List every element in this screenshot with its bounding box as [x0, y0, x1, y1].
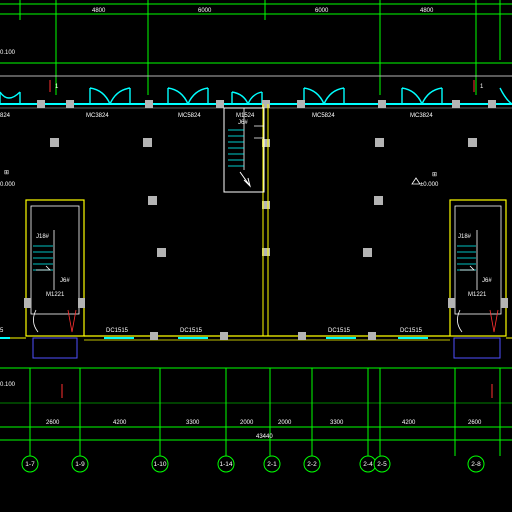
door-swings-north [0, 87, 512, 105]
axis-label-7: 2-4 [363, 461, 373, 468]
section-mark-left: 1 [55, 84, 59, 90]
cad-floor-plan: 4800 6000 6000 4800 0.100 1 1 824 MC3824… [0, 0, 512, 473]
total-dimension: 43440 [256, 434, 273, 440]
axis-labels: 1-7 1-9 1-10 1-14 2-1 2-2 2-4 2-5 2-8 [25, 461, 481, 468]
door-label-3-sub: J6# [238, 120, 248, 126]
axis-label-3: 1-10 [153, 461, 166, 468]
window-label-4: DC1515 [400, 328, 423, 334]
inner-door-label-right: M1221 [468, 292, 487, 298]
bottom-dim-1: 2600 [46, 420, 60, 426]
top-dim-4: 4800 [420, 8, 434, 14]
top-dimension-strip [0, 0, 512, 95]
door-label-4: MC5824 [312, 113, 335, 119]
bottom-marks: 0.100 [0, 382, 493, 398]
door-labels-north: 824 MC3824 MC5824 M1524 J6# MC5824 MC382… [0, 113, 433, 126]
axis-label-9: 2-8 [471, 461, 481, 468]
door-label-5: MC3824 [410, 113, 433, 119]
edge-label: 824 [0, 113, 11, 119]
elevation-top-left: 0.100 [0, 50, 16, 56]
stair-label-left: J18# [36, 234, 50, 240]
bottom-dimension-strip [0, 367, 512, 456]
axis-label-4: 1-14 [219, 461, 232, 468]
right-stair-labels: J18# J6# M1221 [458, 234, 492, 298]
floor-elevation-left: 0.000 [0, 182, 16, 188]
door-label-2: MC5824 [178, 113, 201, 119]
axis-label-1: 1-7 [25, 461, 35, 468]
window-label-2: DC1515 [180, 328, 203, 334]
left-stair-core [24, 199, 85, 359]
door-label-3: M1524 [236, 113, 255, 119]
room-label-right: ⊞ [432, 172, 437, 178]
bottom-dim-6: 3300 [330, 420, 344, 426]
stair-sub-label-left: J6# [60, 278, 70, 284]
floor-elevations: ⊞ 0.000 ⊞ ±0.000 [0, 170, 439, 188]
section-mark-right: 1 [480, 84, 484, 90]
bottom-dim-7: 4200 [402, 420, 416, 426]
elevation-bottom-left: 0.100 [0, 382, 16, 388]
central-stair [223, 104, 269, 336]
room-label-left: ⊞ [4, 170, 9, 176]
inner-door-label-left: M1221 [46, 292, 65, 298]
axis-bubbles [21, 455, 485, 473]
top-dimension-labels: 4800 6000 6000 4800 0.100 [0, 8, 434, 56]
bottom-dim-2: 4200 [113, 420, 127, 426]
top-dim-3: 6000 [315, 8, 329, 14]
bottom-dimension-labels: 2600 4200 3300 2000 2000 3300 4200 2600 … [46, 420, 482, 440]
top-dim-2: 6000 [198, 8, 212, 14]
bottom-dim-3: 3300 [186, 420, 200, 426]
right-stair-core [448, 199, 508, 359]
bottom-dim-5: 2000 [278, 420, 292, 426]
axis-label-5: 2-1 [267, 461, 277, 468]
top-dim-1: 4800 [92, 8, 106, 14]
axis-label-6: 2-2 [307, 461, 317, 468]
stair-sub-label-right: J6# [482, 278, 492, 284]
axis-label-8: 2-5 [377, 461, 387, 468]
stair-label-right: J18# [458, 234, 472, 240]
door-label-1: MC3824 [86, 113, 109, 119]
bottom-dim-8: 2600 [468, 420, 482, 426]
edge-label-2: 5 [0, 328, 4, 334]
left-stair-labels: J18# J6# M1221 [36, 234, 70, 298]
window-label-3: DC1515 [328, 328, 351, 334]
floor-elevation-right: ±0.000 [420, 182, 439, 188]
window-label-1: DC1515 [106, 328, 129, 334]
axis-label-2: 1-9 [75, 461, 85, 468]
bottom-dim-4: 2000 [240, 420, 254, 426]
north-wall: 1 1 [0, 75, 512, 109]
